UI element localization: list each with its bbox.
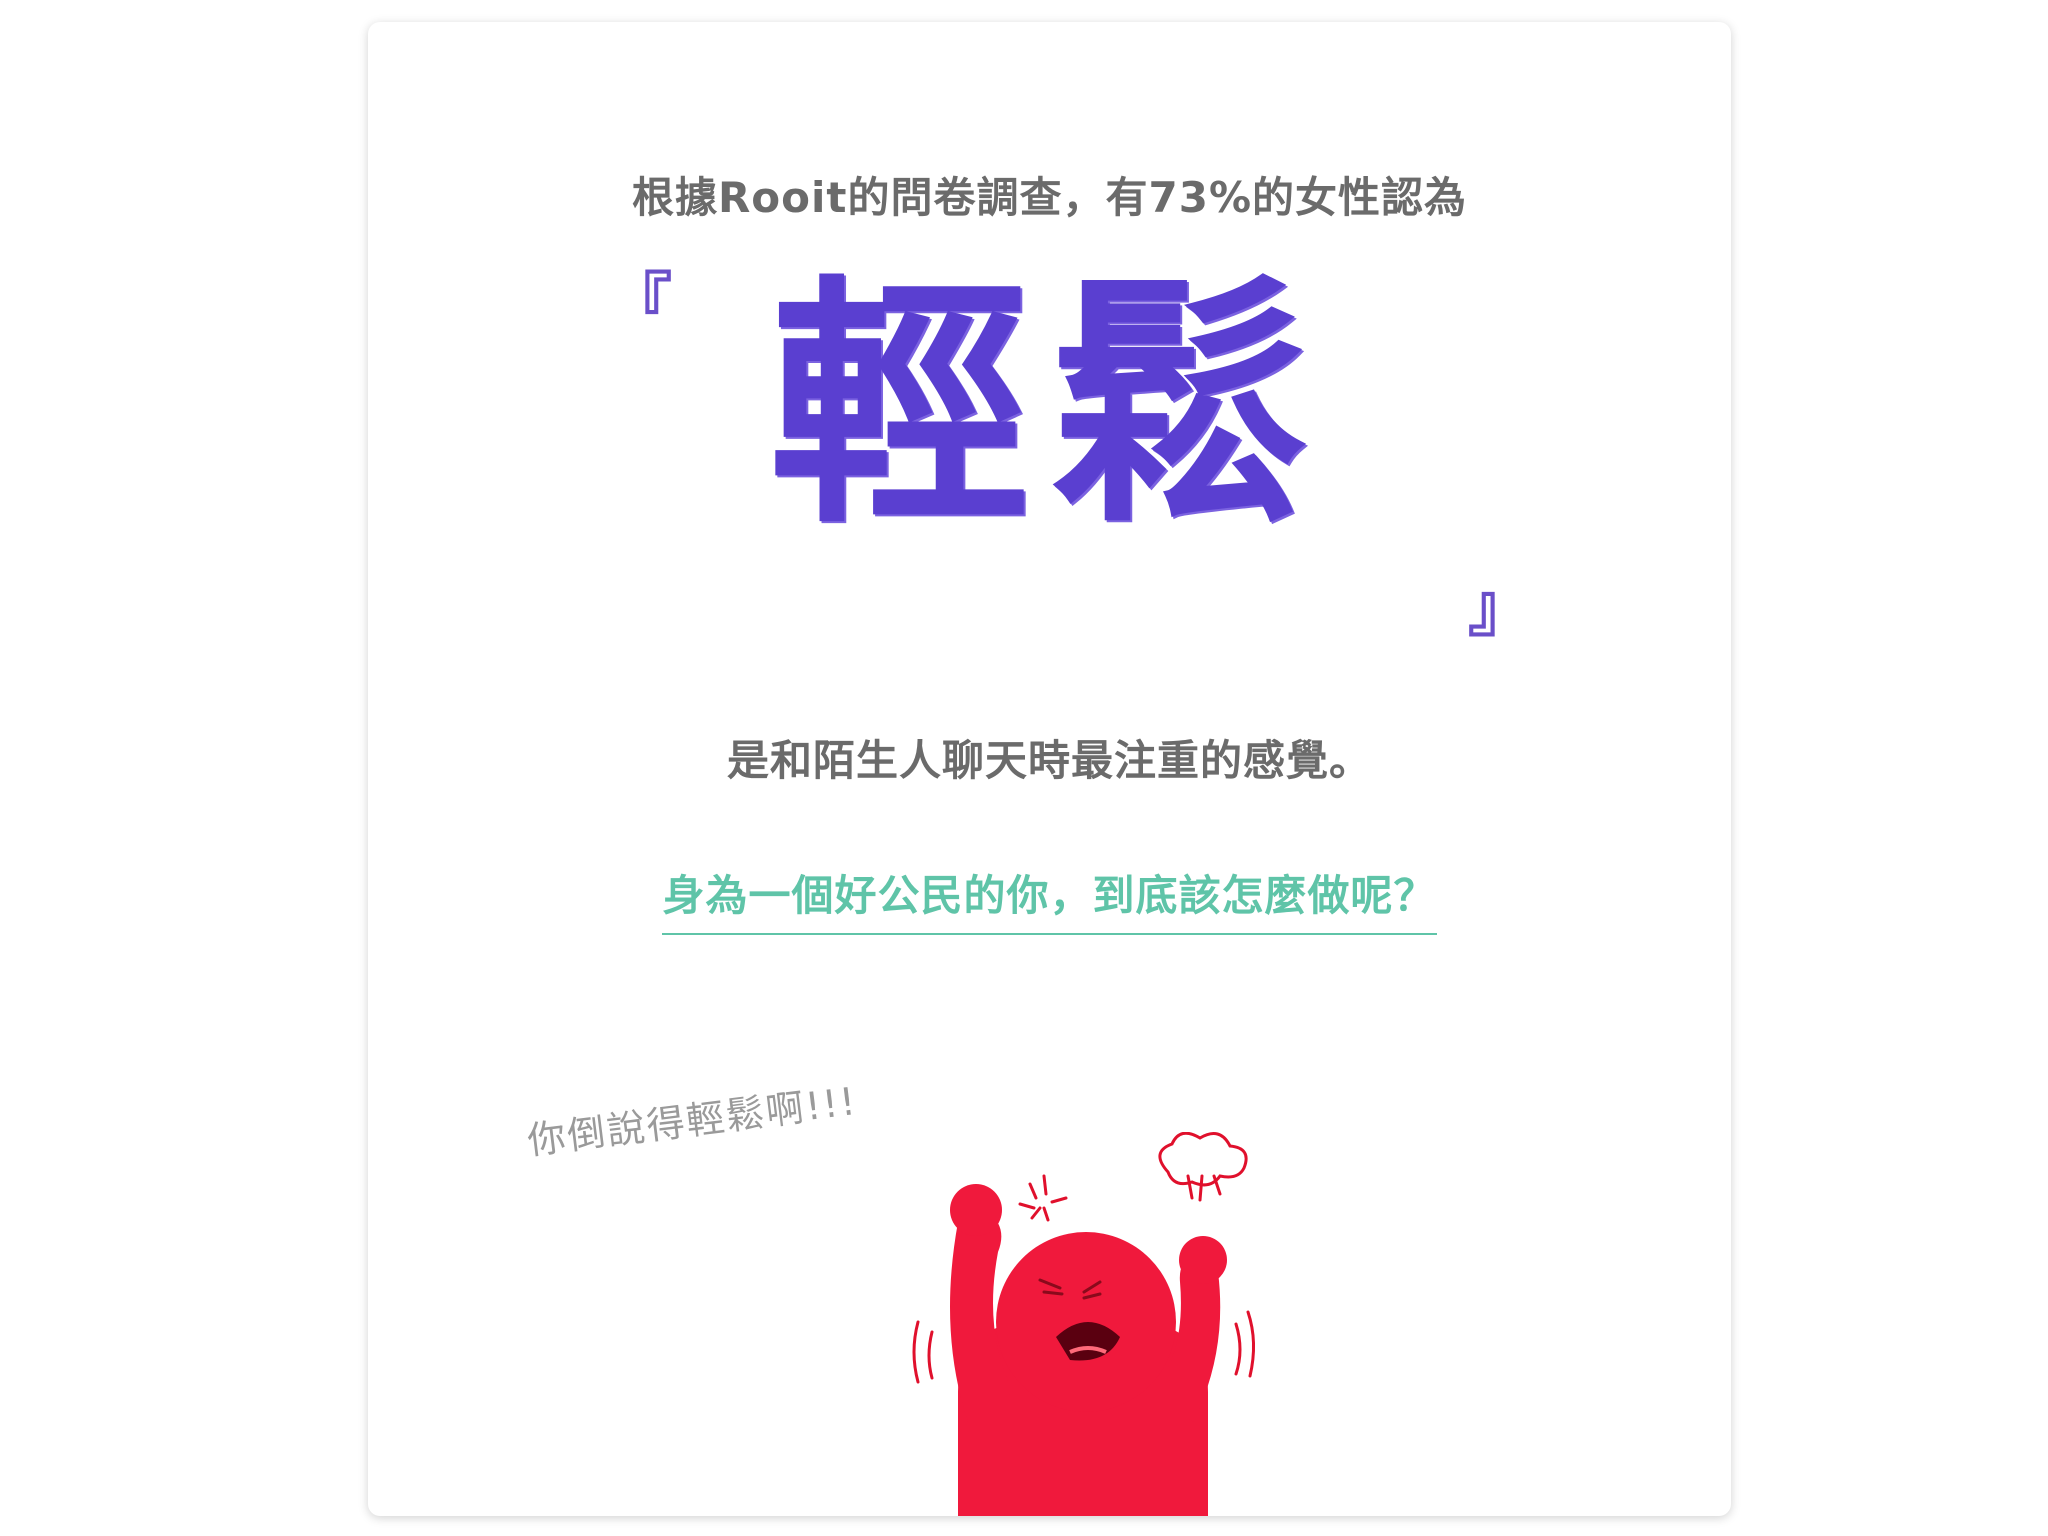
question-link-wrapper: 身為一個好公民的你，到底該怎麼做呢？	[368, 862, 1731, 935]
content-card: 根據Rooit的問卷調查，有73%的女性認為 『 輕鬆 』 是和陌生人聊天時最注…	[368, 22, 1731, 1516]
quote-close-mark: 』	[1468, 572, 1532, 646]
highlight-word: 輕鬆	[769, 256, 1330, 558]
question-link[interactable]: 身為一個好公民的你，到底該怎麼做呢？	[662, 862, 1437, 935]
intro-text: 根據Rooit的問卷調查，有73%的女性認為	[631, 173, 1468, 222]
sub-text: 是和陌生人聊天時最注重的感覺。	[726, 736, 1372, 785]
angry-red-character-icon	[912, 1132, 1256, 1516]
